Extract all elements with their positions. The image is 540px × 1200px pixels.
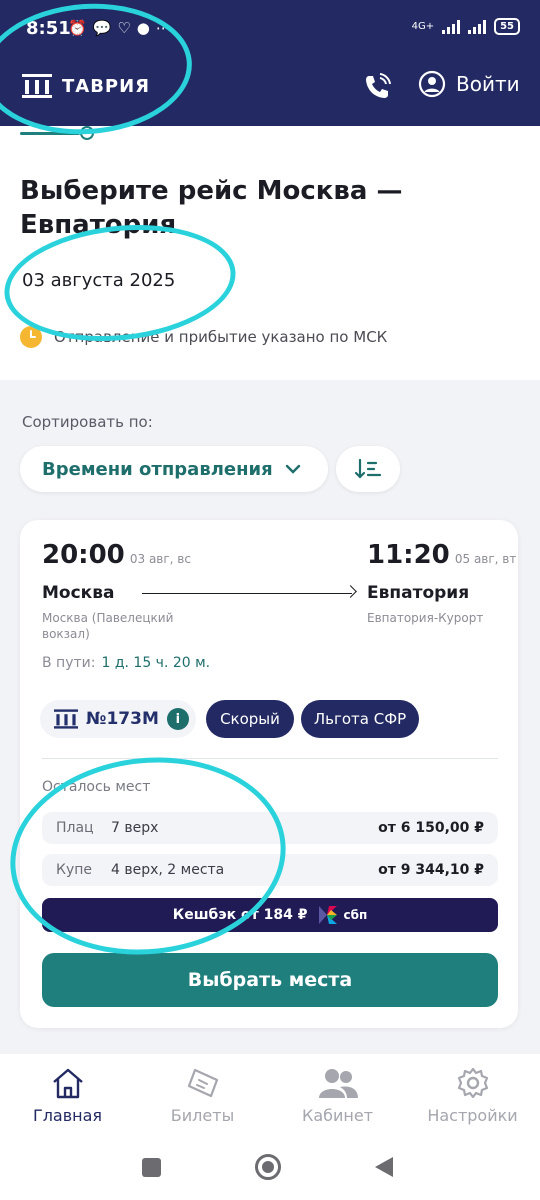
back-button[interactable] [374,1156,394,1178]
battery-icon: 55 [494,18,520,35]
logo-text: ТАВРИЯ [62,75,151,97]
timezone-note-text: Отправление и прибытие указано по МСК [54,328,388,346]
departure-time: 20:00 [42,540,125,570]
travel-time: 1 д. 15 ч. 20 м. [101,655,211,671]
clock-icon [20,326,42,348]
login-label: Войти [456,72,520,96]
status-notification-icons: ⏰💬♡●⋯ [68,19,177,37]
signal-icon-2 [468,19,487,34]
travel-label: В пути: [42,655,96,671]
seat-availability: 4 верх, 2 места [111,862,225,878]
signal-icon [442,19,461,34]
sort-selected-value: Времени отправления [42,458,273,480]
seat-row-coupe[interactable]: Купе 4 верх, 2 места от 9 344,10 ₽ [42,854,498,886]
home-dot-icon [262,1161,274,1173]
phone-button[interactable] [362,72,394,104]
route-line [142,593,352,594]
sort-direction-button[interactable] [336,446,400,492]
to-city: Евпатория [367,583,470,603]
nav-tickets[interactable]: Билеты [135,1066,270,1125]
users-icon [318,1069,358,1098]
nav-cabinet-label: Кабинет [301,1106,374,1125]
nav-home[interactable]: Главная [0,1066,135,1125]
seats-label: Осталось мест [42,779,151,795]
user-icon [418,70,446,98]
sort-order-icon [354,458,382,479]
departure-date: 03 авг, вс [129,552,191,566]
seat-class: Купе [56,862,92,878]
cashback-text: Кешбэк от 184 ₽ [172,907,308,923]
login-button[interactable]: Войти [418,70,520,98]
train-number: №173М [86,709,159,729]
step-progress-line [20,132,80,135]
seat-price: от 6 150,00 ₽ [378,820,484,836]
seat-price: от 9 344,10 ₽ [378,862,484,878]
arrival-time: 11:20 [367,540,450,570]
seat-row-platzkart[interactable]: Плац 7 верх от 6 150,00 ₽ [42,812,498,844]
card-divider [42,758,498,759]
bottom-nav: Главная Билеты Кабинет Настройки [0,1054,540,1140]
sort-label: Сортировать по: [22,413,153,431]
from-station: Москва (Павелецкий вокзал) [42,611,174,641]
network-type: 4G+ [411,21,435,32]
from-city: Москва [42,583,115,603]
recent-apps-button[interactable] [142,1158,161,1177]
to-station: Евпатория-Курорт [367,611,484,625]
tag-benefit: Льгота СФР [301,700,419,738]
timezone-note: Отправление и прибытие указано по МСК [20,326,387,348]
title-area: Выберите рейс Москва — Евпатория 03 авгу… [0,126,540,380]
trip-date: 03 августа 2025 [22,270,176,291]
home-icon [52,1068,83,1099]
logo[interactable]: ТАВРИЯ [22,74,150,98]
select-seats-button[interactable]: Выбрать места [42,953,498,1007]
sbp-text: сбп [343,908,368,922]
logo-icon [22,74,52,98]
ticket-icon [187,1068,218,1098]
chevron-down-icon [285,464,300,474]
train-number-chip[interactable]: №173М i [40,700,196,738]
status-right: 4G+ 55 [412,18,520,35]
nav-tickets-label: Билеты [170,1106,235,1125]
gear-icon [457,1067,488,1099]
info-icon[interactable]: i [166,708,189,730]
sbp-icon [319,906,338,924]
step-progress-dot [80,126,94,140]
sbp-logo: сбп [317,904,367,926]
arrival-date: 05 авг, вт [454,552,517,566]
tag-express: Скорый [206,700,294,738]
phone-icon [366,73,391,98]
app-header: ТАВРИЯ Войти [0,60,540,126]
nav-home-label: Главная [32,1106,103,1125]
arrival-block: 11:20 05 авг, вт [367,540,516,570]
departure-block: 20:00 03 авг, вс [42,540,191,570]
seat-availability: 7 верх [111,820,159,836]
home-system-button[interactable] [255,1154,281,1180]
nav-cabinet[interactable]: Кабинет [270,1066,405,1125]
sort-select[interactable]: Времени отправления [20,446,328,492]
trip-card[interactable]: 20:00 03 авг, вс 11:20 05 авг, вт Москва… [20,520,518,1028]
nav-settings-label: Настройки [427,1106,518,1125]
travel-duration: В пути: 1 д. 15 ч. 20 м. [42,655,210,671]
nav-settings[interactable]: Настройки [405,1066,540,1125]
page-title: Выберите рейс Москва — Евпатория [20,176,403,240]
system-nav-bar [0,1140,540,1200]
seat-class: Плац [56,820,94,836]
status-time: 8:51 [26,18,71,39]
route-arrow-icon [344,585,357,598]
cashback-banner[interactable]: Кешбэк от 184 ₽ сбп [42,898,498,932]
status-bar: 8:51 ⏰💬♡●⋯ 4G+ 55 [0,0,540,60]
train-logo-icon [54,709,78,729]
